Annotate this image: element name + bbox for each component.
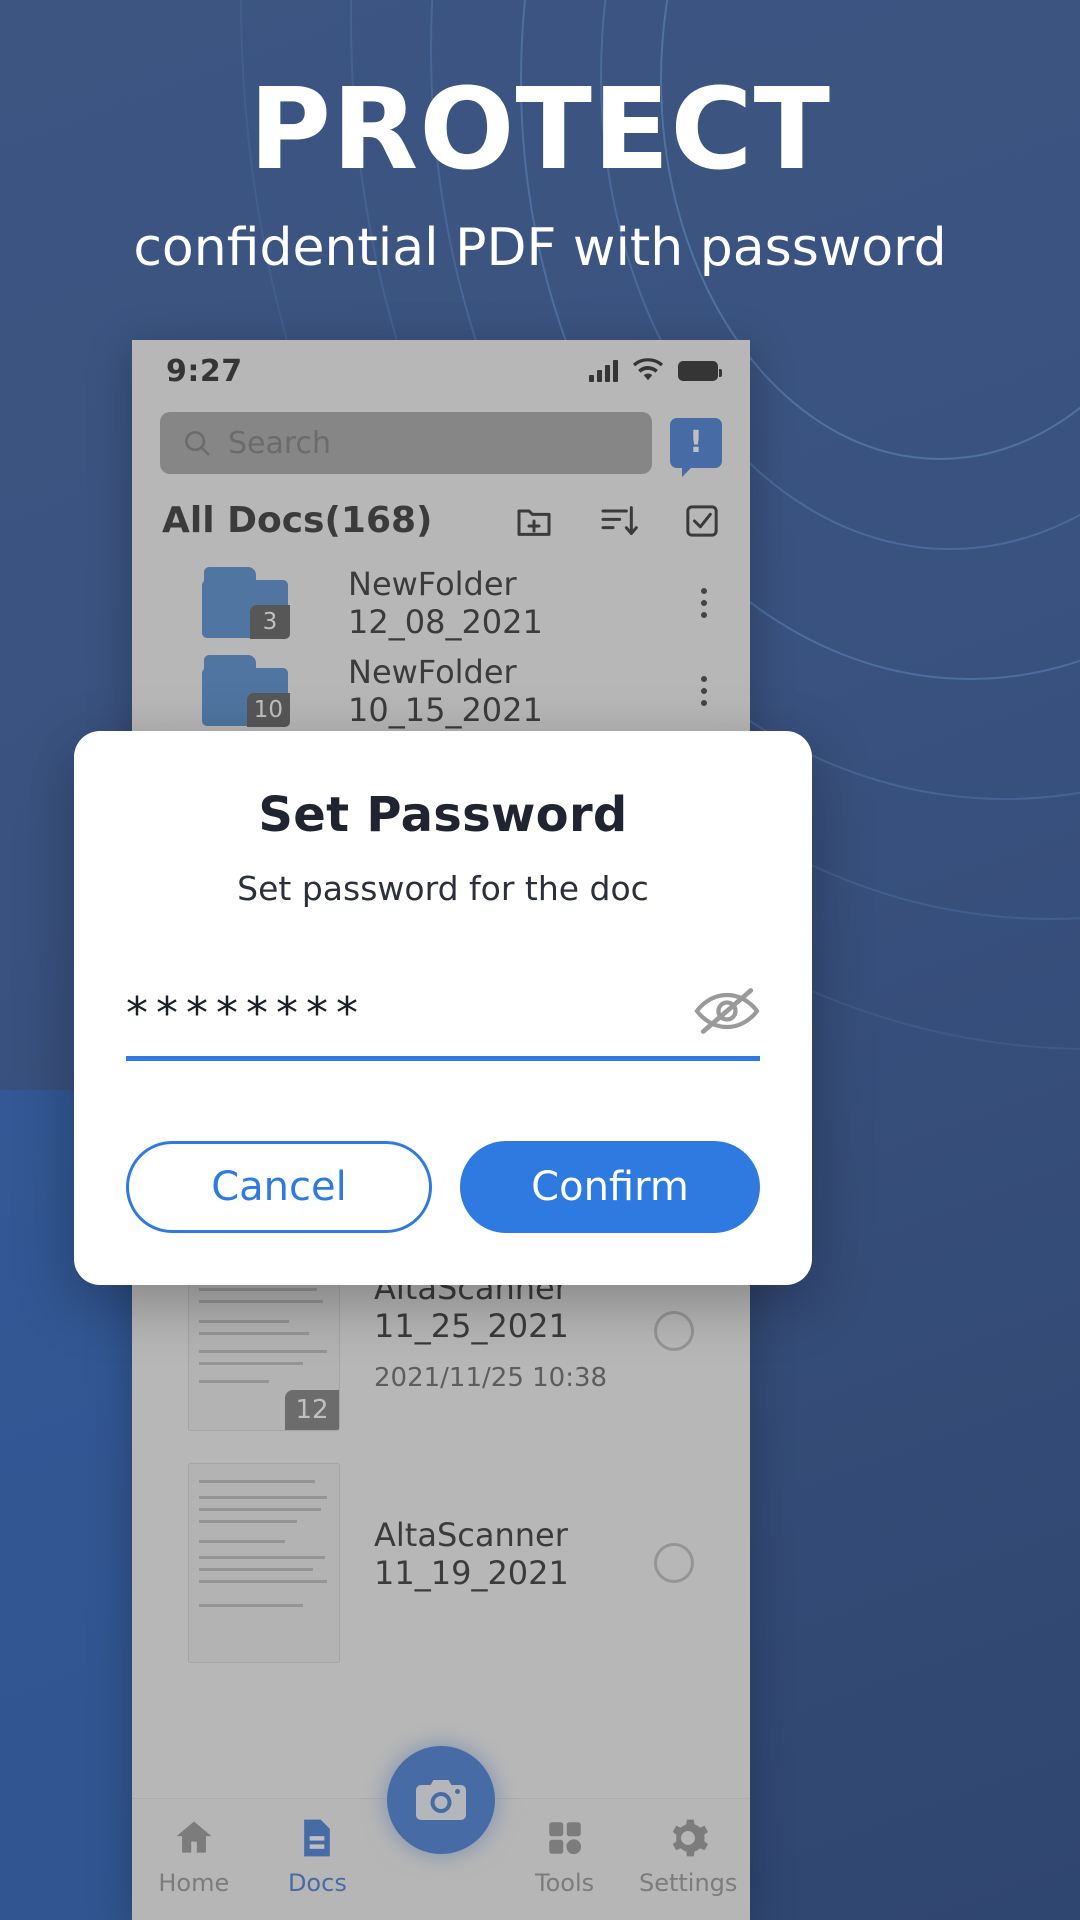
select-checkbox[interactable]: [654, 1311, 694, 1351]
promo-subheadline: confidential PDF with password: [133, 217, 947, 278]
folder-name: NewFolder 10_15_2021: [348, 653, 543, 729]
dialog-subtitle: Set password for the doc: [237, 869, 649, 908]
nav-label-settings: Settings: [638, 1869, 738, 1897]
nav-label-home: Home: [158, 1869, 230, 1897]
search-row: Search !: [132, 402, 750, 477]
confirm-button[interactable]: Confirm: [460, 1141, 760, 1233]
status-bar: 9:27: [132, 340, 750, 402]
status-time: 9:27: [166, 353, 243, 389]
home-icon: [139, 1815, 249, 1861]
page-title: All Docs(168): [162, 500, 433, 541]
search-placeholder: Search: [228, 425, 332, 461]
nav-item-settings[interactable]: Settings: [633, 1815, 743, 1897]
wifi-icon: [632, 358, 664, 381]
document-title: AltaScanner 11_19_2021: [374, 1516, 569, 1592]
battery-full-icon: [678, 361, 722, 381]
alert-bubble-icon[interactable]: !: [670, 418, 722, 477]
document-meta: AltaScanner 11_25_2021 2021/11/25 10:38: [374, 1269, 654, 1393]
folder-count-badge: 10: [246, 693, 290, 727]
search-input[interactable]: Search: [160, 412, 652, 474]
folder-row[interactable]: 10 NewFolder 10_15_2021: [160, 647, 722, 735]
folder-icon: 3: [202, 567, 290, 639]
nav-label-docs: Docs: [287, 1869, 347, 1897]
status-icons: [589, 358, 722, 384]
camera-icon[interactable]: [387, 1746, 495, 1854]
nav-item-docs[interactable]: Docs: [262, 1815, 372, 1897]
cellular-signal-icon: [589, 360, 618, 382]
promo-text-block: PROTECT confidential PDF with password: [0, 65, 1080, 278]
document-meta: AltaScanner 11_19_2021: [374, 1516, 654, 1610]
nav-label-tools: Tools: [535, 1869, 595, 1897]
password-field-row[interactable]: ********: [126, 986, 760, 1061]
tools-icon: [510, 1815, 620, 1861]
document-thumbnail: [188, 1463, 340, 1663]
cancel-button[interactable]: Cancel: [126, 1141, 432, 1233]
select-all-icon[interactable]: [682, 501, 722, 541]
nav-item-tools[interactable]: Tools: [510, 1815, 620, 1897]
dialog-title: Set Password: [258, 787, 628, 843]
more-options-icon[interactable]: [686, 588, 722, 618]
folder-count-badge: 3: [250, 605, 290, 639]
folder-row[interactable]: 3 NewFolder 12_08_2021: [160, 559, 722, 647]
gear-icon: [633, 1815, 743, 1861]
more-options-icon[interactable]: [686, 676, 722, 706]
document-row[interactable]: AltaScanner 11_19_2021: [160, 1447, 722, 1679]
select-checkbox[interactable]: [654, 1543, 694, 1583]
sort-icon[interactable]: [598, 501, 638, 541]
docs-icon: [262, 1815, 372, 1861]
document-date: 2021/11/25 10:38: [374, 1363, 608, 1393]
set-password-dialog: Set Password Set password for the doc **…: [74, 731, 812, 1285]
new-folder-icon[interactable]: [514, 501, 554, 541]
folder-name: NewFolder 12_08_2021: [348, 565, 543, 641]
promo-headline: PROTECT: [248, 65, 832, 195]
search-icon: [185, 431, 210, 456]
docs-header-actions: [514, 501, 722, 541]
password-input[interactable]: ********: [126, 992, 366, 1036]
page-count-badge: 12: [285, 1390, 339, 1430]
folder-icon: 10: [202, 655, 290, 727]
nav-item-home[interactable]: Home: [139, 1815, 249, 1897]
docs-header: All Docs(168): [132, 474, 750, 559]
eye-off-icon[interactable]: [694, 986, 760, 1036]
alert-bubble-label: !: [689, 425, 703, 460]
dialog-actions: Cancel Confirm: [126, 1141, 760, 1233]
